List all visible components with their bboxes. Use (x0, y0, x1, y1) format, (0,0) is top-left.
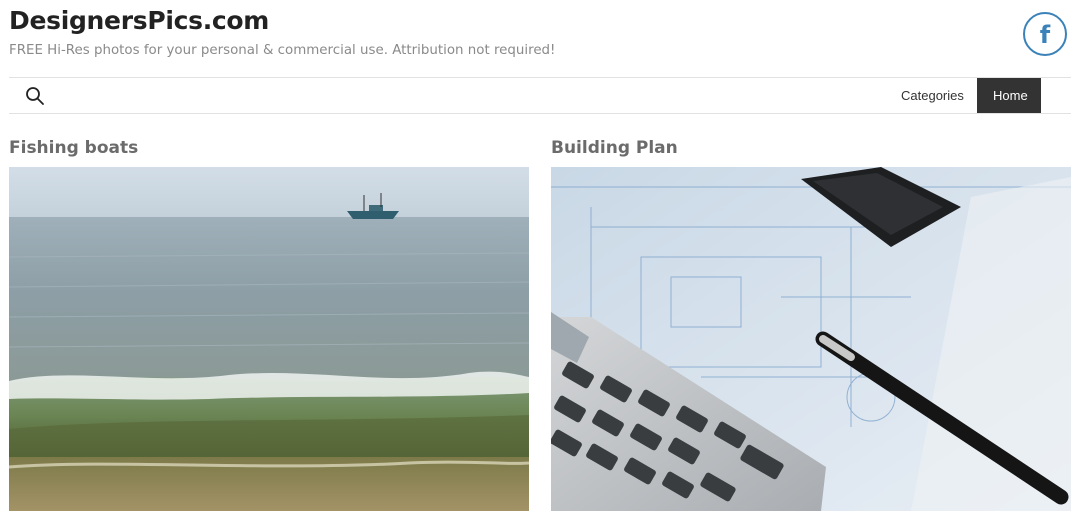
nav-item-home[interactable]: Home (977, 78, 1041, 113)
post-title-fishing-boats[interactable]: Fishing boats (9, 138, 138, 158)
search-icon[interactable] (25, 86, 45, 106)
main-navigation: Categories Home (9, 77, 1071, 114)
post-image-building-plan[interactable] (551, 167, 1071, 511)
nav-item-categories[interactable]: Categories (885, 78, 977, 113)
post-image-fishing-boats[interactable] (9, 167, 529, 511)
site-title[interactable]: DesignersPics.com (9, 6, 269, 35)
site-tagline: FREE Hi-Res photos for your personal & c… (9, 43, 556, 58)
facebook-button[interactable]: f (1023, 12, 1067, 56)
post-title-building-plan[interactable]: Building Plan (551, 138, 678, 158)
facebook-icon: f (1039, 20, 1051, 49)
